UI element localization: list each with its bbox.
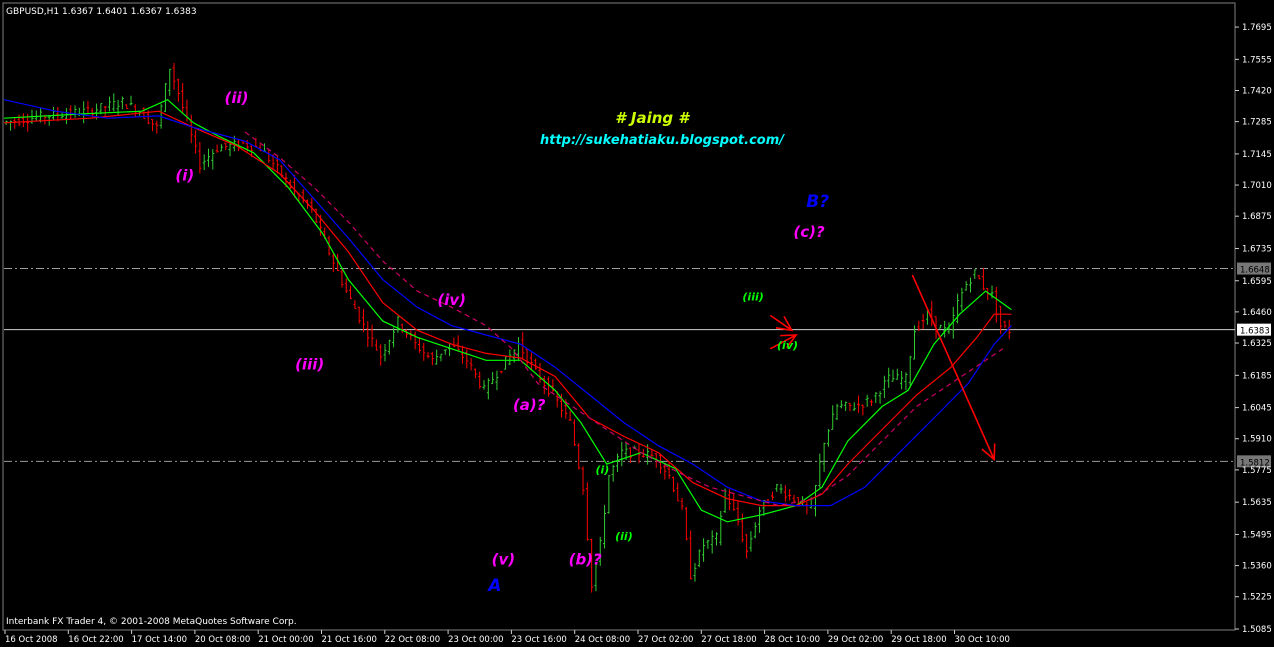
watermark-url: http://sukehatiaku.blogspot.com/ (540, 133, 785, 148)
wave-label: (iv) (777, 339, 798, 352)
y-tick-label: 1.5635 (1242, 498, 1272, 508)
wave-label: (iii) (295, 356, 324, 374)
chart-header: GBPUSD,H1 1.6367 1.6401 1.6367 1.6383 (6, 7, 197, 17)
y-tick-label: 1.5775 (1242, 466, 1272, 476)
chart-footer: Interbank FX Trader 4, © 2001-2008 MetaQ… (6, 617, 297, 627)
x-tick-label: 24 Oct 08:00 (575, 635, 630, 645)
wave-label: (b)? (569, 550, 602, 568)
x-tick-label: 21 Oct 00:00 (258, 635, 313, 645)
x-tick-label: 29 Oct 02:00 (828, 635, 883, 645)
y-tick-label: 1.5360 (1242, 562, 1272, 572)
price-chart: 1.66481.58121.6383 (ii)(i)(iii)(iv)(a)?(… (2, 2, 1272, 645)
wave-label: (a)? (513, 396, 546, 414)
y-tick-label: 1.6595 (1242, 277, 1272, 287)
x-axis: 16 Oct 2008 16 Oct 22:00 17 Oct 14:00 20 Oc… (4, 630, 1010, 645)
wave-label: (iii) (742, 290, 763, 303)
y-tick-label: 1.5225 (1242, 593, 1272, 603)
watermark-title: # Jaing # (615, 109, 690, 127)
y-tick-label: 1.6875 (1242, 212, 1272, 222)
wave-label: (ii) (615, 530, 633, 543)
wave-label: (v) (492, 550, 516, 568)
price-level-label: 1.6648 (1240, 266, 1270, 276)
x-tick-label: 20 Oct 08:00 (195, 635, 250, 645)
y-tick-label: 1.5910 (1242, 435, 1272, 445)
wave-label: (iv) (437, 291, 466, 309)
y-tick-label: 1.6045 (1242, 404, 1272, 414)
y-tick-label: 1.5085 (1242, 625, 1272, 635)
x-tick-label: 23 Oct 00:00 (448, 635, 503, 645)
y-tick-label: 1.6325 (1242, 339, 1272, 349)
wave-label: (i) (595, 463, 609, 476)
wave-label: (c)? (793, 223, 825, 241)
wave-label: A (486, 576, 501, 596)
y-tick-label: 1.7555 (1242, 55, 1272, 65)
x-tick-label: 22 Oct 08:00 (385, 635, 440, 645)
y-tick-label: 1.7145 (1242, 150, 1272, 160)
wave-label: (ii) (224, 89, 248, 107)
y-tick-label: 1.7420 (1242, 86, 1272, 96)
price-level-label: 1.6383 (1240, 327, 1270, 337)
y-tick-label: 1.7695 (1242, 23, 1272, 33)
x-tick-label: 28 Oct 10:00 (765, 635, 820, 645)
x-tick-label: 17 Oct 14:00 (132, 635, 187, 645)
y-tick-label: 1.5495 (1242, 530, 1272, 540)
x-tick-label: 30 Oct 10:00 (955, 635, 1010, 645)
wave-label: (i) (175, 166, 194, 184)
y-tick-label: 1.6460 (1242, 308, 1272, 318)
y-tick-label: 1.6735 (1242, 244, 1272, 254)
x-tick-label: 16 Oct 22:00 (68, 635, 123, 645)
x-tick-label: 21 Oct 16:00 (322, 635, 377, 645)
wave-label: B? (806, 192, 829, 212)
y-tick-label: 1.7010 (1242, 181, 1272, 191)
x-tick-label: 27 Oct 18:00 (701, 635, 756, 645)
x-tick-label: 23 Oct 16:00 (511, 635, 566, 645)
y-tick-label: 1.6185 (1242, 371, 1272, 381)
x-tick-label: 29 Oct 18:00 (891, 635, 946, 645)
x-tick-label: 16 Oct 2008 (5, 635, 58, 645)
y-tick-label: 1.7285 (1242, 118, 1272, 128)
x-tick-label: 27 Oct 02:00 (638, 635, 693, 645)
